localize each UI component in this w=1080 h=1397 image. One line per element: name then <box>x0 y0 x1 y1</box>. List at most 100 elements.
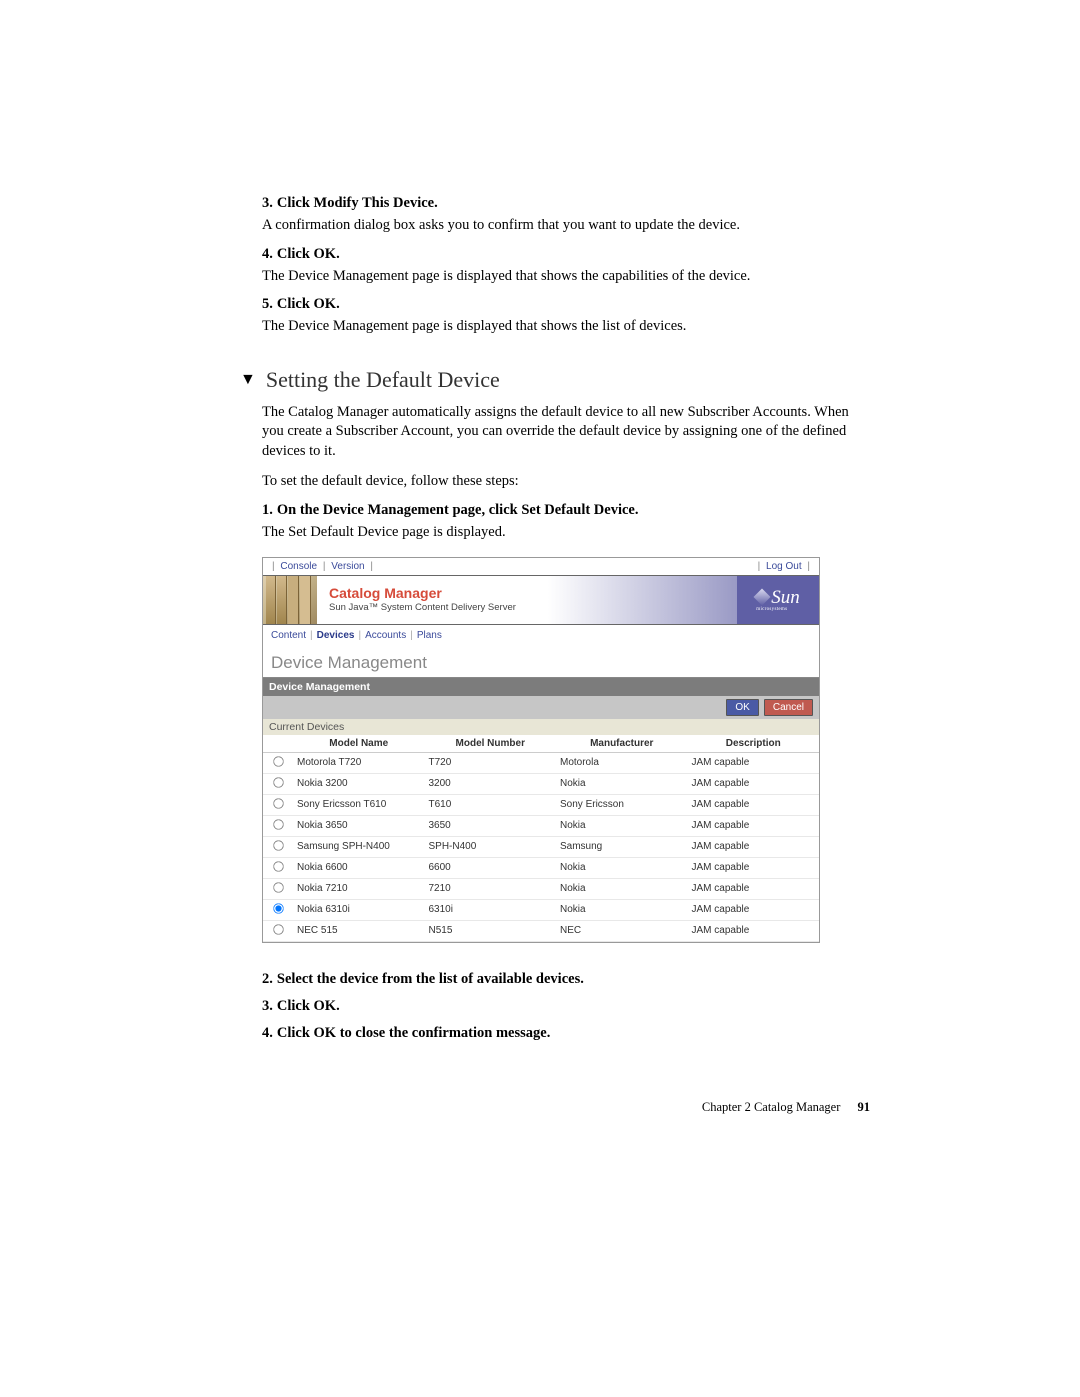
step-number: 3. <box>262 195 273 212</box>
cell-description: JAM capable <box>688 815 820 836</box>
console-link[interactable]: Console <box>280 561 317 572</box>
version-link[interactable]: Version <box>331 561 364 572</box>
ok-button[interactable]: OK <box>726 699 758 716</box>
step-label: Click OK. <box>277 998 340 1015</box>
cell-manufacturer: Nokia <box>556 773 688 794</box>
nav-plans[interactable]: Plans <box>417 630 442 641</box>
device-radio[interactable] <box>273 903 283 913</box>
col-model-number: Model Number <box>425 735 557 753</box>
table-row: Nokia 6310i6310iNokiaJAM capable <box>263 899 819 920</box>
panel-header: Device Management <box>263 678 819 696</box>
device-radio[interactable] <box>273 924 283 934</box>
logout-link[interactable]: Log Out <box>766 561 802 572</box>
banner-subtitle: Sun Java™ System Content Delivery Server <box>329 602 737 613</box>
step-number: 3. <box>262 998 273 1015</box>
table-row: Nokia 66006600NokiaJAM capable <box>263 857 819 878</box>
step-number: 4. <box>262 246 273 263</box>
step-label: Click Modify This Device. <box>277 195 438 212</box>
table-row: Motorola T720T720MotorolaJAM capable <box>263 752 819 773</box>
cell-model-number: T720 <box>425 752 557 773</box>
step-body: The Device Management page is displayed … <box>262 267 870 287</box>
page-footer: Chapter 2 Catalog Manager 91 <box>262 1100 870 1115</box>
cell-model-name: Samsung SPH-N400 <box>293 836 425 857</box>
nav-accounts[interactable]: Accounts <box>365 630 406 641</box>
cell-model-name: Nokia 3650 <box>293 815 425 836</box>
cell-model-name: Motorola T720 <box>293 752 425 773</box>
cell-description: JAM capable <box>688 920 820 941</box>
cell-model-number: 6310i <box>425 899 557 920</box>
cell-model-name: Sony Ericsson T610 <box>293 794 425 815</box>
cell-model-number: 6600 <box>425 857 557 878</box>
cell-description: JAM capable <box>688 773 820 794</box>
step: 3.Click Modify This Device. A confirmatio… <box>262 195 870 236</box>
cell-description: JAM capable <box>688 836 820 857</box>
table-row: Nokia 32003200NokiaJAM capable <box>263 773 819 794</box>
device-radio[interactable] <box>273 777 283 787</box>
banner-thumbnail-icon <box>263 576 317 624</box>
cell-manufacturer: Samsung <box>556 836 688 857</box>
cell-manufacturer: Nokia <box>556 899 688 920</box>
triangle-down-icon: ▼ <box>240 371 256 389</box>
device-radio[interactable] <box>273 819 283 829</box>
cell-manufacturer: Motorola <box>556 752 688 773</box>
section-intro: The Catalog Manager automatically assign… <box>262 403 870 462</box>
table-row: Sony Ericsson T610T610Sony EricssonJAM c… <box>263 794 819 815</box>
step-number: 4. <box>262 1025 273 1042</box>
cell-model-number: 7210 <box>425 878 557 899</box>
col-manufacturer: Manufacturer <box>556 735 688 753</box>
cell-model-number: 3650 <box>425 815 557 836</box>
step-label: Click OK. <box>277 296 340 313</box>
cell-manufacturer: Nokia <box>556 815 688 836</box>
col-model-name: Model Name <box>293 735 425 753</box>
table-row: Samsung SPH-N400SPH-N400SamsungJAM capab… <box>263 836 819 857</box>
cell-model-name: Nokia 6600 <box>293 857 425 878</box>
table-row: NEC 515N515NECJAM capable <box>263 920 819 941</box>
footer-chapter: Chapter 2 Catalog Manager <box>702 1100 841 1114</box>
step-label: Select the device from the list of avail… <box>277 971 584 988</box>
banner-title: Catalog Manager <box>329 586 737 600</box>
col-description: Description <box>688 735 820 753</box>
cell-description: JAM capable <box>688 899 820 920</box>
banner: Catalog Manager Sun Java™ System Content… <box>263 575 819 625</box>
brand-text: Sun <box>771 587 800 608</box>
cell-model-number: SPH-N400 <box>425 836 557 857</box>
cancel-button[interactable]: Cancel <box>764 699 813 716</box>
device-radio[interactable] <box>273 861 283 871</box>
device-radio[interactable] <box>273 840 283 850</box>
nav-devices[interactable]: Devices <box>317 630 355 641</box>
current-devices-label: Current Devices <box>263 719 819 735</box>
nav-content[interactable]: Content <box>271 630 306 641</box>
cell-manufacturer: Nokia <box>556 878 688 899</box>
set-default-device-screenshot: | Console | Version | | Log Out | Catalo… <box>262 557 820 943</box>
section-title: Setting the Default Device <box>266 367 500 393</box>
cell-model-name: NEC 515 <box>293 920 425 941</box>
cell-description: JAM capable <box>688 794 820 815</box>
step-number: 2. <box>262 971 273 988</box>
footer-page-number: 91 <box>858 1100 871 1114</box>
device-radio[interactable] <box>273 798 283 808</box>
step-label: Click OK. <box>277 246 340 263</box>
button-row: OK Cancel <box>263 696 819 719</box>
step-body: The Set Default Device page is displayed… <box>262 523 870 543</box>
step: 4.Click OK. The Device Management page is… <box>262 246 870 287</box>
section-heading: ▼ Setting the Default Device <box>240 367 870 393</box>
step-body: A confirmation dialog box asks you to co… <box>262 216 870 236</box>
cell-model-number: 3200 <box>425 773 557 794</box>
topbar: | Console | Version | | Log Out | <box>263 558 819 575</box>
step: 4.Click OK to close the confirmation mes… <box>262 1025 870 1042</box>
table-row: Nokia 36503650NokiaJAM capable <box>263 815 819 836</box>
cell-description: JAM capable <box>688 857 820 878</box>
cell-model-name: Nokia 6310i <box>293 899 425 920</box>
cell-manufacturer: Sony Ericsson <box>556 794 688 815</box>
nav: Content| Devices| Accounts| Plans <box>263 625 819 647</box>
cell-model-number: N515 <box>425 920 557 941</box>
section-lead: To set the default device, follow these … <box>262 473 870 490</box>
devices-table: Model Name Model Number Manufacturer Des… <box>263 735 819 942</box>
step-label: On the Device Management page, click Set… <box>277 502 639 519</box>
cell-model-name: Nokia 3200 <box>293 773 425 794</box>
step: 2.Select the device from the list of ava… <box>262 971 870 988</box>
device-radio[interactable] <box>273 882 283 892</box>
cell-description: JAM capable <box>688 752 820 773</box>
step: 5.Click OK.The Device Management page is… <box>262 296 870 337</box>
device-radio[interactable] <box>273 756 283 766</box>
